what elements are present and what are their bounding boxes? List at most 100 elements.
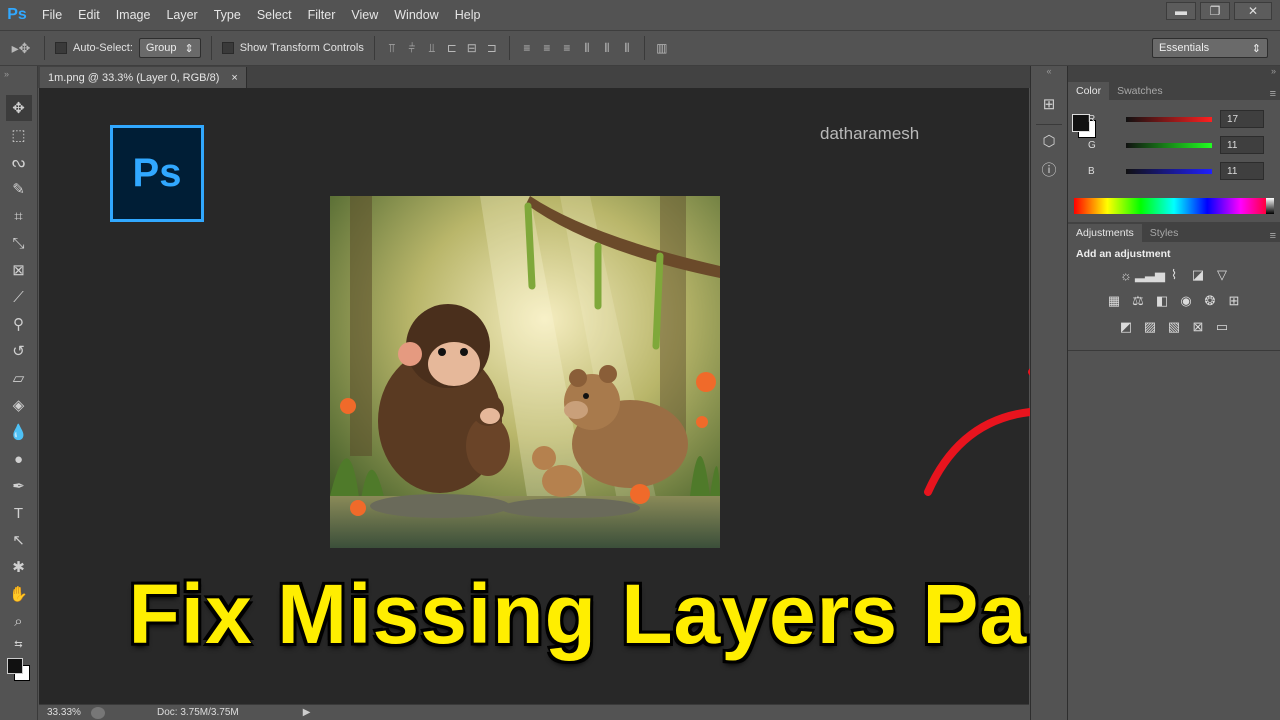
panel-menu-icon[interactable]: ≡ [1270,88,1280,100]
slider-g-value[interactable]: 11 [1220,136,1264,154]
distribute-bottom-icon[interactable]: ≡ [560,41,574,55]
divider [373,36,375,60]
auto-select-label: Auto-Select: [73,42,133,54]
history-panel-icon[interactable]: ⊞ [1036,92,1062,116]
brush-tool-icon[interactable]: ⟋ [6,284,32,310]
ramp-bw[interactable] [1266,198,1274,214]
document-image[interactable] [330,196,720,548]
distribute-right-icon[interactable]: ⦀ [620,41,634,55]
menu-bar: Ps File Edit Image Layer Type Select Fil… [0,0,1280,30]
zoom-level[interactable]: 33.33% [39,707,91,718]
distribute-hcenter-icon[interactable]: ⦀ [600,41,614,55]
status-menu-arrow-icon[interactable]: ▶ [303,707,311,718]
collapse-tools-icon[interactable]: » [0,66,37,94]
posterize-icon[interactable]: ▨ [1141,318,1159,336]
slider-r-value[interactable]: 17 [1220,110,1264,128]
threshold-icon[interactable]: ▧ [1165,318,1183,336]
3d-panel-icon[interactable]: ⬡ [1036,129,1062,153]
menu-window[interactable]: Window [386,0,446,30]
history-brush-tool-icon[interactable]: ↺ [6,338,32,364]
healing-brush-tool-icon[interactable]: ⊠ [6,257,32,283]
path-selection-tool-icon[interactable]: ↖ [6,527,32,553]
invert-icon[interactable]: ◩ [1117,318,1135,336]
auto-align-icon[interactable]: ▥ [655,41,669,55]
blur-tool-icon[interactable]: 💧 [6,419,32,445]
slider-r-track[interactable] [1126,116,1212,122]
menu-layer[interactable]: Layer [158,0,205,30]
menu-image[interactable]: Image [108,0,159,30]
tab-adjustments[interactable]: Adjustments [1068,224,1142,242]
collapse-dock-icon[interactable]: « [1031,66,1067,78]
distribute-left-icon[interactable]: ⦀ [580,41,594,55]
menu-file[interactable]: File [34,0,70,30]
collapse-panels-icon[interactable]: » [1068,66,1280,80]
tab-close-icon[interactable]: × [231,72,237,84]
lasso-tool-icon[interactable]: ᔓ [6,149,32,175]
panel-menu-icon[interactable]: ≡ [1270,230,1280,242]
align-top-icon[interactable]: ⫪ [385,41,399,55]
color-lookup-icon[interactable]: ⊞ [1225,292,1243,310]
slider-r[interactable]: R 17 [1068,106,1280,132]
gradient-map-icon[interactable]: ▭ [1213,318,1231,336]
photoshop-logo: Ps [110,125,204,222]
tab-styles[interactable]: Styles [1142,224,1187,242]
levels-icon[interactable]: ▂▃▅ [1135,266,1165,284]
align-left-icon[interactable]: ⊏ [445,41,459,55]
align-bottom-icon[interactable]: ⫫ [425,41,439,55]
exposure-icon[interactable]: ◪ [1189,266,1207,284]
pen-tool-icon[interactable]: ✒ [6,473,32,499]
tab-swatches[interactable]: Swatches [1109,82,1171,100]
restore-button[interactable]: ❐ [1200,2,1230,20]
menu-help[interactable]: Help [447,0,489,30]
move-tool-icon[interactable]: ✥ [5,95,32,121]
dodge-tool-icon[interactable]: ● [6,446,32,472]
color-ramp[interactable] [1074,198,1274,214]
eraser-tool-icon[interactable]: ▱ [6,365,32,391]
jungle-animals-artwork [330,196,720,548]
move-tool-preset-icon[interactable]: ▸✥ [8,40,34,56]
slider-g[interactable]: G 11 [1068,132,1280,158]
menu-edit[interactable]: Edit [70,0,108,30]
adjustment-icons-row-3: ◩ ▨ ▧ ⊠ ▭ [1068,318,1280,336]
eyedropper-tool-icon[interactable]: ⤡ [6,230,32,256]
align-vcenter-icon[interactable]: ⫩ [405,41,419,55]
curves-icon[interactable]: ⌇ [1165,266,1183,284]
menu-select[interactable]: Select [249,0,300,30]
slider-b[interactable]: B 11 [1068,158,1280,184]
slider-g-track[interactable] [1126,142,1212,148]
watermark-text: datharamesh [820,124,920,143]
tab-color[interactable]: Color [1068,82,1110,100]
clone-stamp-tool-icon[interactable]: ⚲ [6,311,32,337]
align-hcenter-icon[interactable]: ⊟ [465,41,479,55]
paint-bucket-tool-icon[interactable]: ◈ [6,392,32,418]
info-panel-icon[interactable]: ⓘ [1036,157,1062,181]
quick-select-tool-icon[interactable]: ✎ [6,176,32,202]
vibrance-icon[interactable]: ▦ [1105,292,1123,310]
minimize-button[interactable]: ▬ [1166,2,1196,20]
black-white-icon[interactable]: ◧ [1153,292,1171,310]
distribute-vcenter-icon[interactable]: ≡ [540,41,554,55]
auto-select-dropdown[interactable]: Group ⇕ [138,38,201,58]
slider-b-value[interactable]: 11 [1220,162,1264,180]
photo-filter-icon[interactable]: ◉ [1177,292,1195,310]
menu-type[interactable]: Type [206,0,249,30]
document-tab[interactable]: 1m.png @ 33.3% (Layer 0, RGB/8) × [40,67,247,88]
type-tool-icon[interactable]: T [6,500,32,526]
menu-filter[interactable]: Filter [300,0,344,30]
marquee-tool-icon[interactable]: ⬚ [6,122,32,148]
workspace-dropdown[interactable]: Essentials ⇕ [1152,38,1268,58]
align-right-icon[interactable]: ⊐ [485,41,499,55]
close-button[interactable]: ✕ [1234,2,1272,20]
show-transform-checkbox[interactable] [221,42,234,54]
channel-mixer-icon[interactable]: ❂ [1201,292,1219,310]
crop-tool-icon[interactable]: ⌗ [6,203,32,229]
distribute-top-icon[interactable]: ≡ [520,41,534,55]
auto-select-checkbox[interactable] [55,42,67,54]
menu-view[interactable]: View [343,0,386,30]
status-info-icon[interactable] [91,706,105,719]
color-balance-icon[interactable]: ⚖ [1129,292,1147,310]
slider-b-track[interactable] [1126,168,1212,174]
gradient-triangle-icon[interactable]: ▽ [1213,266,1231,284]
selective-color-icon[interactable]: ⊠ [1189,318,1207,336]
brightness-icon[interactable]: ☼ [1117,266,1135,284]
